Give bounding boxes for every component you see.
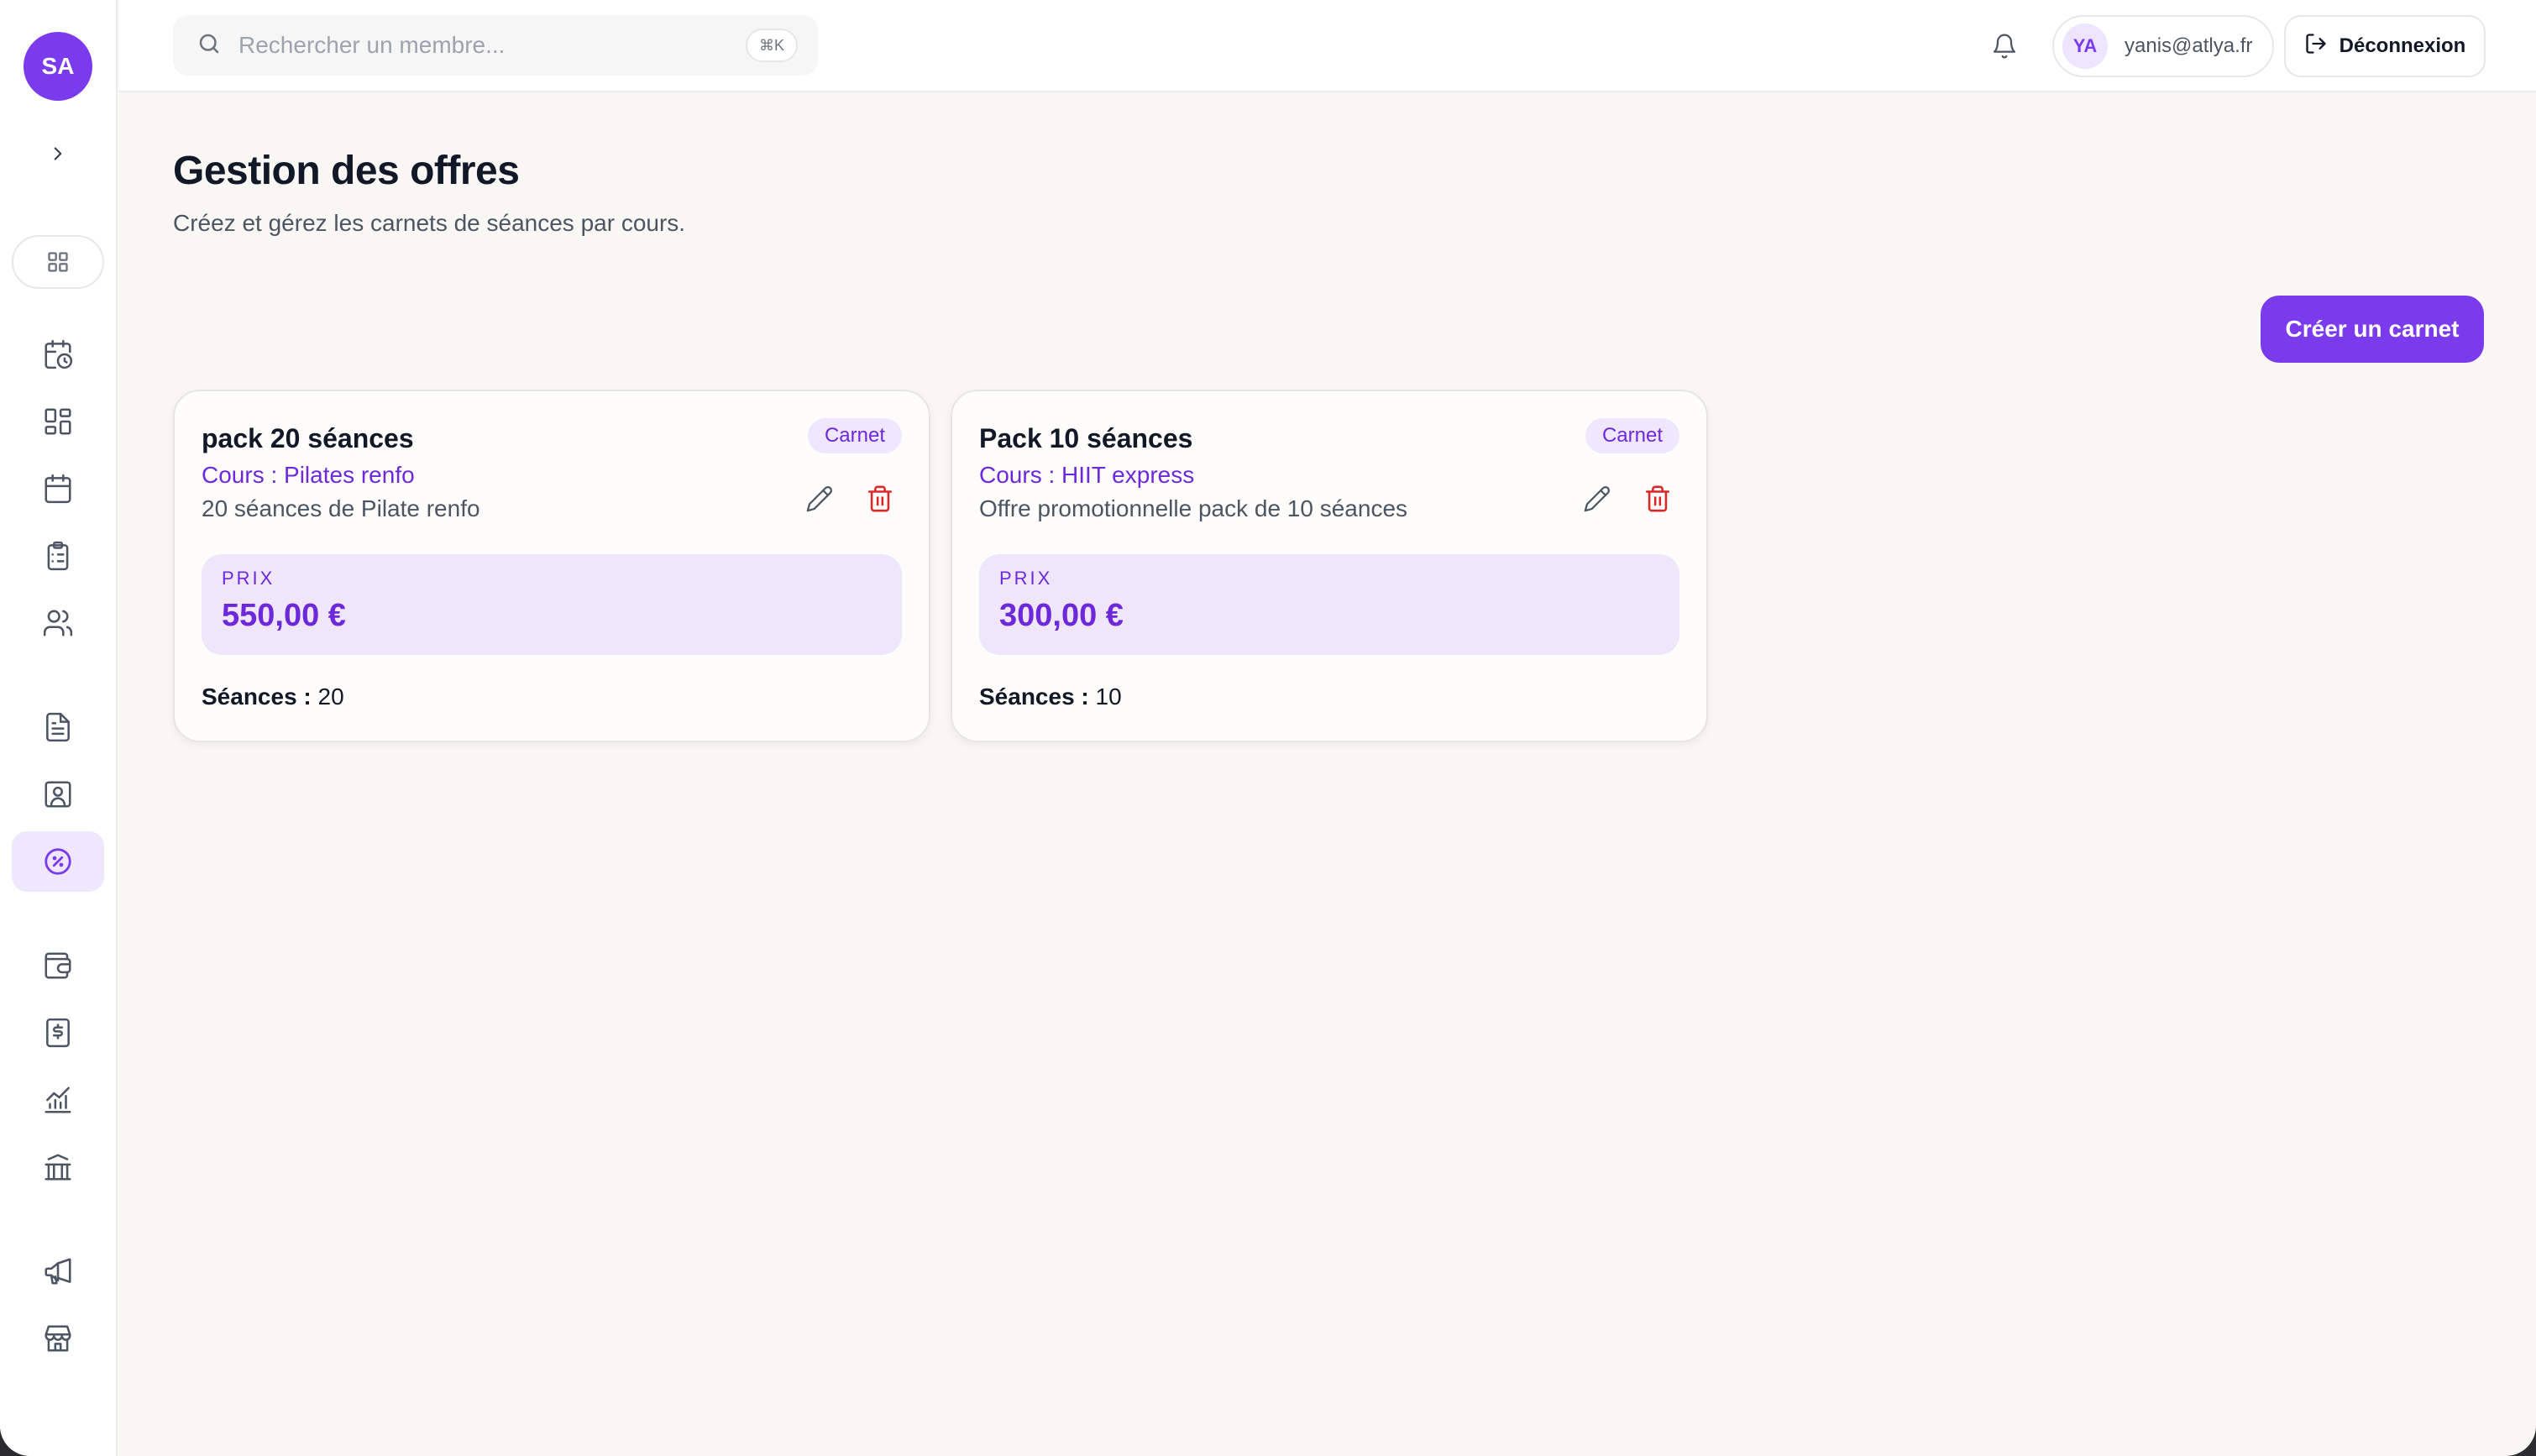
calendar-clock-icon[interactable]	[12, 324, 104, 385]
offer-course: Cours : HIIT express	[979, 462, 1195, 488]
search-shortcut-badge: ⌘K	[745, 29, 798, 62]
price-box: PRIX 300,00 €	[979, 554, 1679, 655]
page-subtitle: Créez et gérez les carnets de séances pa…	[173, 210, 686, 236]
trash-icon[interactable]	[857, 475, 904, 522]
offer-title: Pack 10 séances	[979, 423, 1193, 453]
bell-icon[interactable]	[1985, 27, 2024, 65]
offer-title: pack 20 séances	[202, 423, 414, 453]
account-avatar[interactable]: SA	[24, 32, 92, 101]
discount-badge-icon[interactable]	[12, 831, 104, 892]
price-box: PRIX 550,00 €	[202, 554, 902, 655]
contact-card-icon[interactable]	[12, 764, 104, 825]
edit-icon[interactable]	[796, 475, 843, 522]
analytics-chart-icon[interactable]	[12, 1070, 104, 1130]
clipboard-list-icon[interactable]	[12, 526, 104, 586]
offer-description: Offre promotionnelle pack de 10 séances	[979, 495, 1408, 521]
sessions-value: 10	[1095, 683, 1122, 710]
edit-icon[interactable]	[1574, 475, 1621, 522]
offer-card: pack 20 séances Cours : Pilates renfo 20…	[173, 390, 930, 742]
price-value: 300,00 €	[999, 598, 1124, 633]
grid-icon[interactable]	[12, 235, 104, 289]
user-email: yanis@atlya.fr	[2125, 34, 2253, 57]
logout-button[interactable]: Déconnexion	[2284, 15, 2486, 77]
offer-description: 20 séances de Pilate renfo	[202, 495, 480, 521]
search-icon	[196, 31, 222, 60]
user-menu[interactable]: YA yanis@atlya.fr	[2052, 15, 2274, 77]
search-input[interactable]	[238, 32, 709, 59]
bank-icon[interactable]	[12, 1137, 104, 1197]
create-carnet-button[interactable]: Créer un carnet	[2261, 296, 2484, 363]
price-label: PRIX	[999, 568, 1053, 589]
calendar-icon[interactable]	[12, 458, 104, 519]
offer-card: Pack 10 séances Cours : HIIT express Off…	[951, 390, 1708, 742]
sessions-label: Séances :	[979, 683, 1089, 710]
chevron-right-icon[interactable]	[40, 136, 76, 171]
search-bar[interactable]: ⌘K	[173, 15, 818, 76]
wallet-icon[interactable]	[12, 935, 104, 996]
megaphone-icon[interactable]	[12, 1241, 104, 1301]
offer-type-badge: Carnet	[807, 418, 902, 453]
offer-course: Cours : Pilates renfo	[202, 462, 415, 488]
offer-type-badge: Carnet	[1585, 418, 1679, 453]
app-window: SA Rechercher un membre... ⌘K YA yanis@a…	[0, 0, 2536, 1456]
user-avatar: YA	[2062, 24, 2108, 69]
page-title: Gestion des offres	[173, 149, 520, 193]
store-icon[interactable]	[12, 1308, 104, 1369]
sessions-count: Séances : 10	[979, 683, 1122, 710]
top-bar: ⌘K YA yanis@atlya.fr Déconnexion	[119, 0, 2536, 92]
sessions-label: Séances :	[202, 683, 312, 710]
logout-label: Déconnexion	[2339, 34, 2466, 57]
dashboard-icon[interactable]	[12, 391, 104, 452]
users-icon[interactable]	[12, 593, 104, 653]
trash-icon[interactable]	[1634, 475, 1681, 522]
sidebar: SA	[0, 0, 118, 1456]
price-value: 550,00 €	[222, 598, 346, 633]
document-icon[interactable]	[12, 697, 104, 757]
sessions-count: Séances : 20	[202, 683, 344, 710]
logout-icon	[2304, 32, 2328, 61]
invoice-dollar-icon[interactable]	[12, 1003, 104, 1063]
price-label: PRIX	[222, 568, 275, 589]
sessions-value: 20	[317, 683, 344, 710]
